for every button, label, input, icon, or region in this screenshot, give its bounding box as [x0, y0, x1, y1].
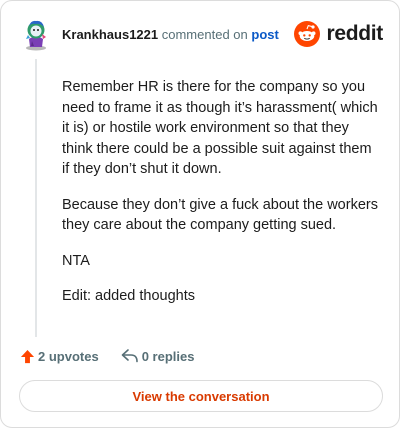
comment-body: Remember HR is there for the company so …: [62, 77, 380, 322]
upvote-count: 2 upvotes: [38, 348, 99, 364]
author-name[interactable]: Krankhaus1221: [62, 27, 158, 42]
thread-line: [35, 59, 37, 337]
upvote-arrow-icon: [20, 349, 35, 363]
reply-stat[interactable]: 0 replies: [121, 348, 195, 364]
view-conversation-button[interactable]: View the conversation: [19, 380, 383, 412]
comment-action: commented on: [161, 27, 248, 42]
reddit-logo[interactable]: reddit: [294, 20, 383, 48]
comment-embed-card: Krankhaus1221 commented on post reddit R…: [0, 0, 400, 428]
post-link[interactable]: post: [251, 27, 278, 42]
comment-paragraph: Edit: added thoughts: [62, 288, 196, 304]
reply-count: 0 replies: [141, 348, 195, 364]
comment-paragraph: Remember HR is there for the company so …: [62, 79, 378, 177]
comment-footer: 2 upvotes 0 replies: [20, 346, 194, 366]
comment-header: Krankhaus1221 commented on post reddit: [21, 17, 383, 53]
reddit-wordmark: reddit: [326, 22, 383, 45]
reddit-snoo-icon: [294, 21, 321, 47]
comment-meta: Krankhaus1221 commented on post: [62, 27, 279, 43]
reply-arrow-icon: [121, 349, 138, 363]
comment-paragraph: Because they don’t give a fuck about the…: [62, 196, 378, 234]
avatar-icon: [26, 20, 46, 51]
upvote-stat[interactable]: 2 upvotes: [20, 349, 99, 364]
user-avatar[interactable]: [21, 17, 51, 51]
comment-paragraph: NTA: [62, 252, 90, 269]
